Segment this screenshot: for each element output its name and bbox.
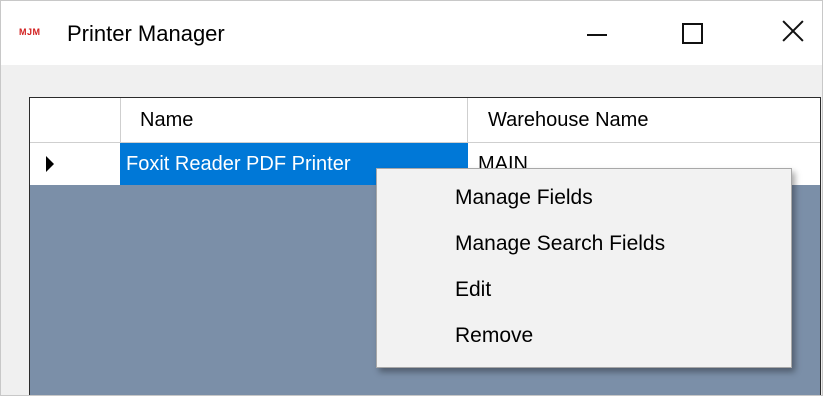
menu-item-manage-search-fields[interactable]: Manage Search Fields: [379, 221, 789, 267]
title-bar[interactable]: MJM Printer Manager: [1, 1, 822, 65]
mjm-logo-icon: MJM: [19, 27, 41, 37]
menu-item-edit[interactable]: Edit: [379, 267, 789, 313]
column-header-warehouse-name[interactable]: Warehouse Name: [468, 98, 820, 142]
minimize-button[interactable]: [562, 1, 630, 65]
close-button[interactable]: [760, 1, 822, 65]
grid-corner-cell[interactable]: [30, 98, 121, 142]
close-icon: [781, 19, 805, 43]
menu-item-manage-fields[interactable]: Manage Fields: [379, 175, 789, 221]
maximize-button[interactable]: [661, 1, 729, 65]
row-header-cell[interactable]: [30, 143, 121, 185]
grid-header-row: Name Warehouse Name: [30, 98, 820, 143]
menu-item-remove[interactable]: Remove: [379, 313, 789, 359]
context-menu: Manage Fields Manage Search Fields Edit …: [376, 168, 792, 368]
minimize-icon: [587, 34, 607, 36]
maximize-icon: [682, 23, 703, 44]
current-row-arrow-icon: [46, 156, 54, 172]
column-header-name[interactable]: Name: [120, 98, 468, 142]
window-title: Printer Manager: [67, 21, 225, 46]
